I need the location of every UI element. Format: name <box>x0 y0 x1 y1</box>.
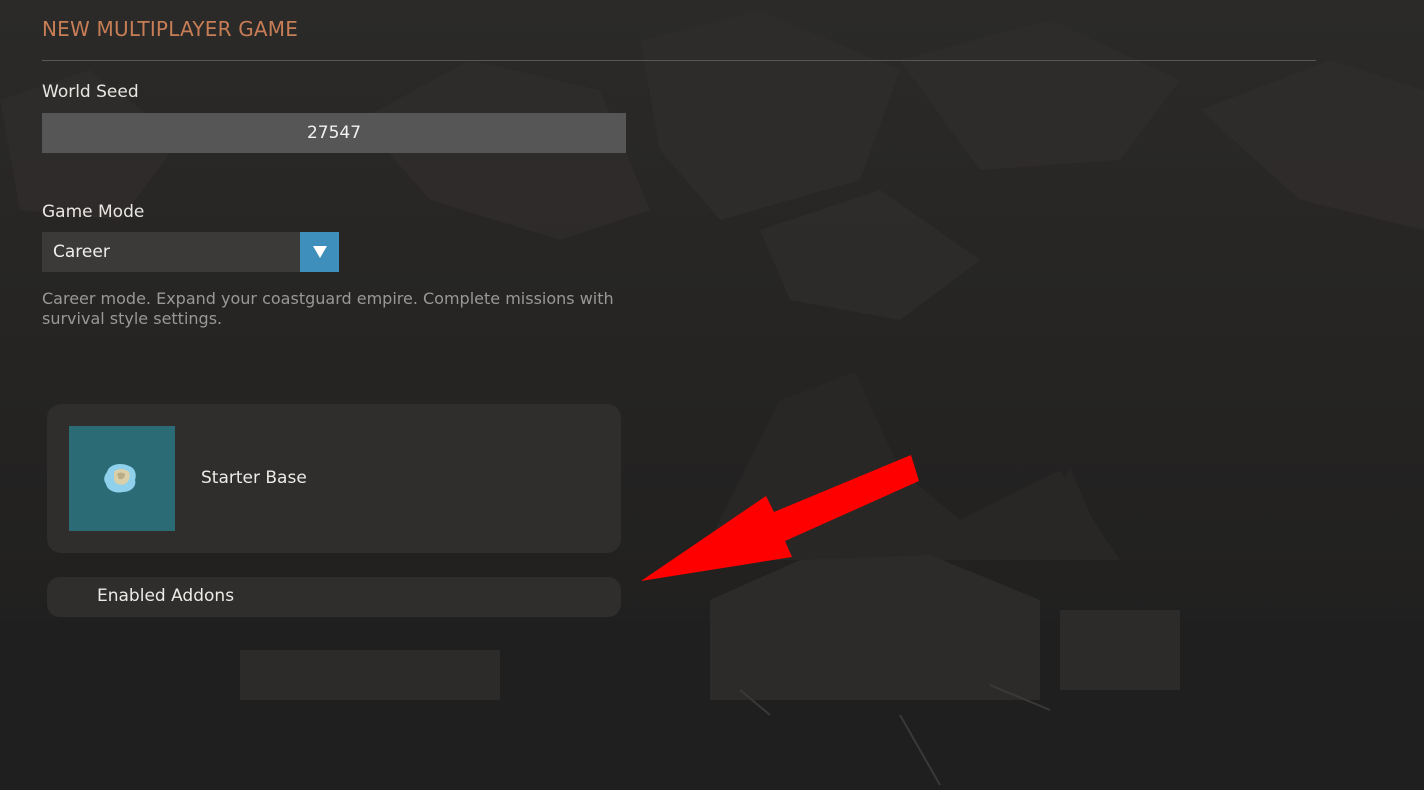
arrow-icon <box>641 455 919 581</box>
